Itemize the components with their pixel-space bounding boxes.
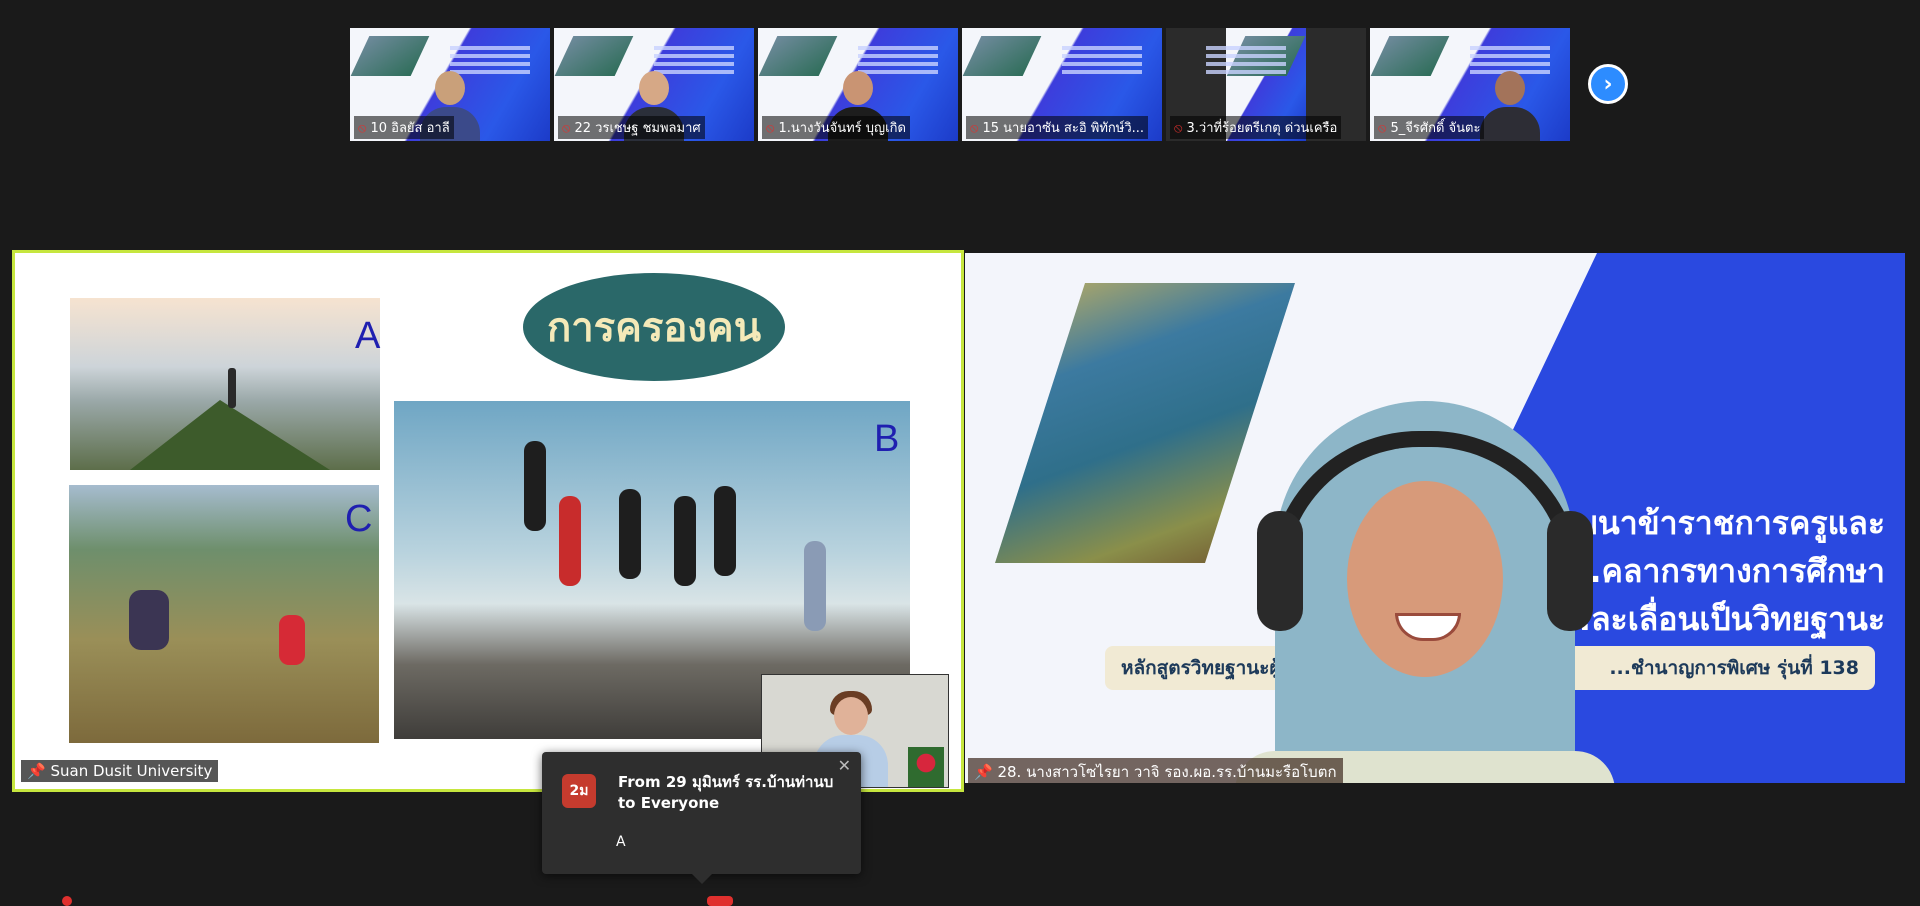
participant-name: ⦸ 10 อิลยัส อาลี — [354, 116, 454, 139]
slide-photo-a — [70, 298, 380, 470]
speaker-video-tile[interactable]: ...ฒนาข้าราชการครูและ ...คลากรทางการศึกษ… — [965, 253, 1905, 783]
mic-muted-icon: ⦸ — [358, 121, 367, 136]
tile-name-label: 📌 Suan Dusit University — [21, 760, 219, 782]
chevron-right-icon: › — [1603, 71, 1613, 97]
photo-label-a: A — [355, 315, 381, 357]
pin-icon: 📌 — [974, 763, 993, 781]
mic-muted-icon: ⦸ — [970, 121, 979, 136]
slide-photo-c — [69, 485, 379, 743]
participant-tile[interactable]: ⦸ 3.ว่าที่ร้อยตรีเกตุ ด่วนเครือ — [1166, 28, 1366, 141]
participant-name: ⦸ 15 นายอาซัน สะอิ พิทักษ์วิ... — [966, 116, 1149, 139]
active-speaker-tile[interactable]: การครองคน A B C 📌 Suan Dusit University — [12, 250, 964, 792]
mic-muted-icon: ⦸ — [766, 121, 775, 136]
participant-name: ⦸ 1.นางวันจันทร์ บุญเกิด — [762, 116, 910, 139]
participant-name: ⦸ 22 วรเชษฐ ชมพลมาศ — [558, 116, 705, 139]
participant-tile[interactable]: ⦸ 15 นายอาซัน สะอิ พิทักษ์วิ... — [962, 28, 1162, 141]
chat-notification[interactable]: 2ม From 29 มุมินทร์ รร.บ้านท่านบ to Ever… — [542, 752, 861, 884]
photo-label-c: C — [345, 498, 373, 540]
pin-icon: 📌 — [27, 762, 46, 780]
toolbar-indicator — [62, 896, 72, 906]
photo-label-b: B — [874, 418, 900, 460]
mic-muted-icon: ⦸ — [1174, 121, 1183, 136]
participant-tile[interactable]: ⦸ 1.นางวันจันทร์ บุญเกิด — [758, 28, 958, 141]
tile-name-label: 📌 28. นางสาวโซไรยา วาจิ รอง.ผอ.รร.บ้านมะ… — [968, 758, 1343, 783]
participant-name: ⦸ 5_จีรศักดิ์ จันตะ — [1374, 116, 1485, 139]
participant-video — [1480, 65, 1540, 141]
slide-title: การครองคน — [523, 273, 785, 381]
close-icon[interactable]: ✕ — [838, 756, 851, 775]
chat-sender: From 29 มุมินทร์ รร.บ้านท่านบ to Everyon… — [618, 773, 834, 812]
speaker-video — [1195, 401, 1655, 783]
participant-name: ⦸ 3.ว่าที่ร้อยตรีเกตุ ด่วนเครือ — [1170, 116, 1342, 139]
next-page-button[interactable]: › — [1588, 64, 1628, 104]
mic-muted-icon: ⦸ — [562, 121, 571, 136]
participant-tile[interactable]: ⦸ 22 วรเชษฐ ชมพลมาศ — [554, 28, 754, 141]
chat-toolbar-indicator — [707, 896, 733, 906]
participant-tile[interactable]: ⦸ 10 อิลยัส อาลี — [350, 28, 550, 141]
avatar: 2ม — [562, 774, 596, 808]
mic-muted-icon: ⦸ — [1378, 121, 1387, 136]
participant-strip: ⦸ 10 อิลยัส อาลี ⦸ 22 วรเชษฐ ชมพลมาศ ⦸ 1.นา… — [350, 28, 1570, 141]
participant-tile[interactable]: ⦸ 5_จีรศักดิ์ จันตะ — [1370, 28, 1570, 141]
chat-message: A — [616, 834, 626, 850]
